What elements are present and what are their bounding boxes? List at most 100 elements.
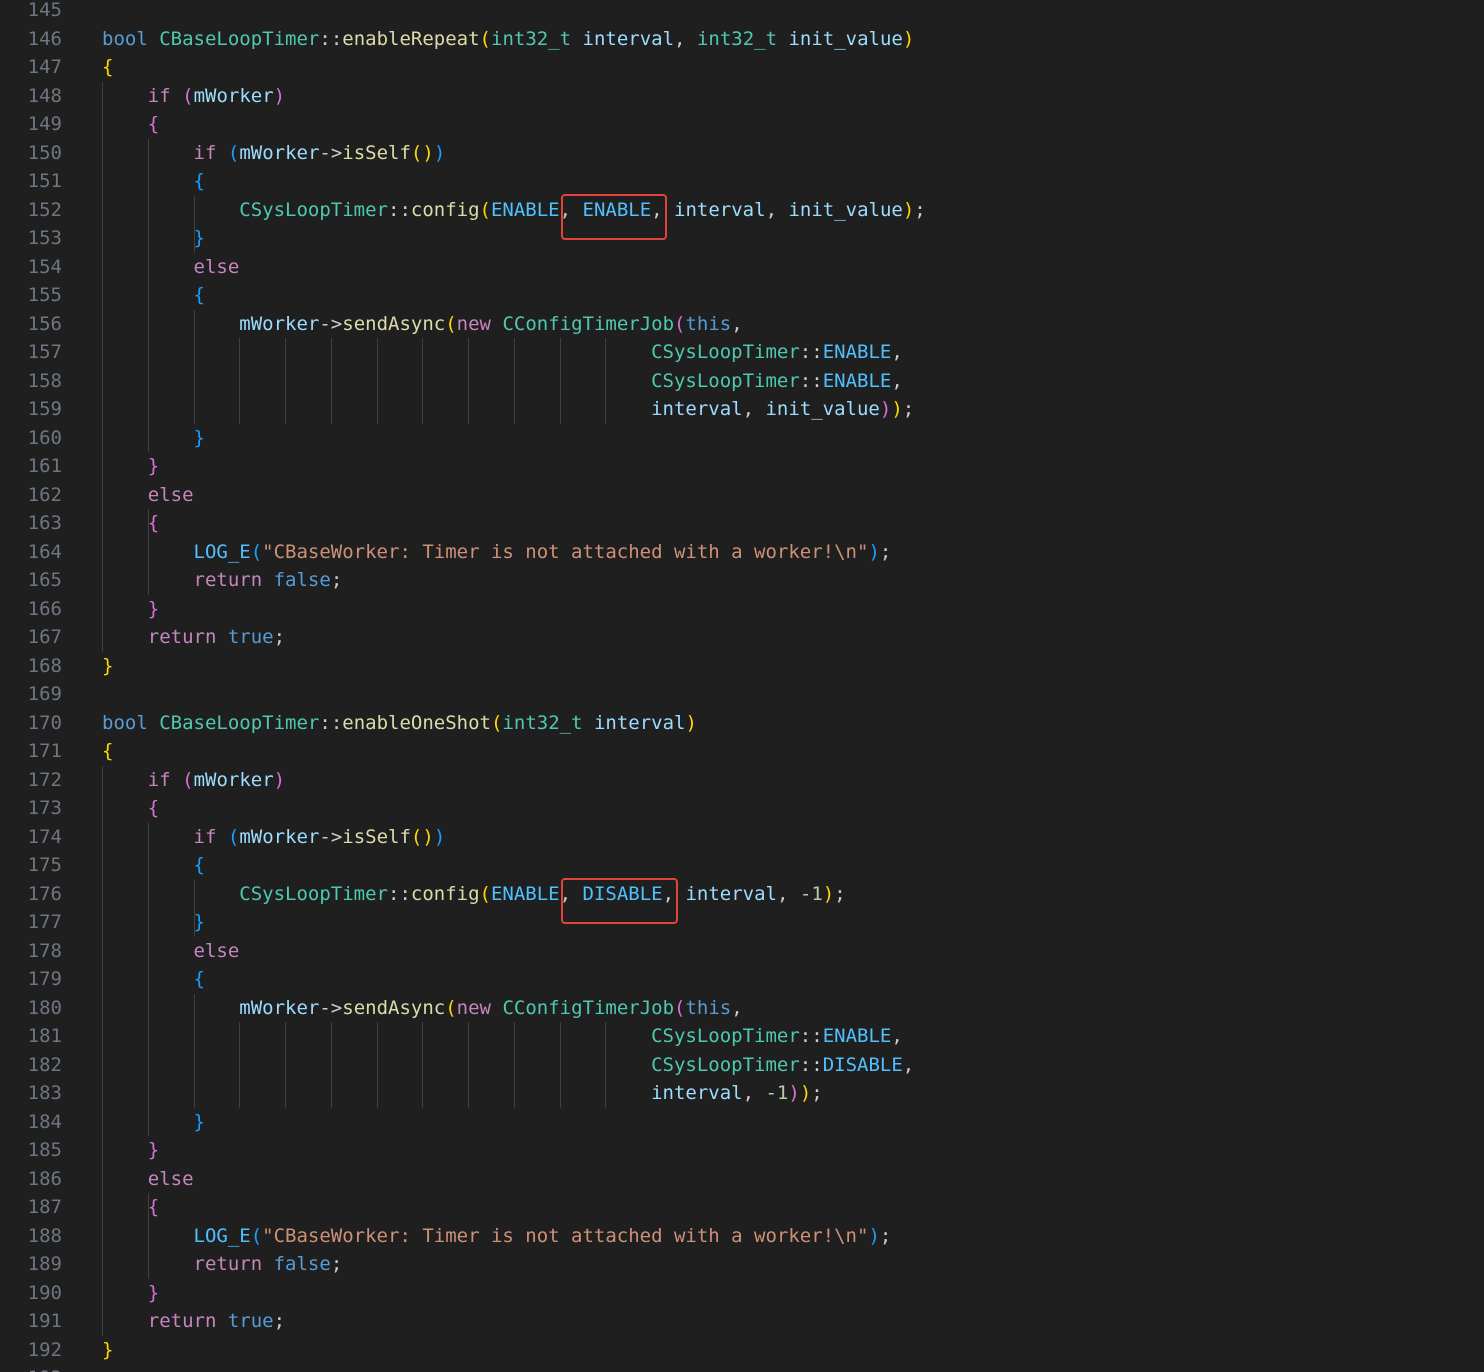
- code-text: }: [102, 908, 205, 937]
- code-line[interactable]: 168}: [0, 652, 1484, 681]
- indent-guide: [376, 338, 378, 424]
- line-number: 182: [27, 1053, 62, 1076]
- code-line[interactable]: 163 {: [0, 509, 1484, 538]
- code-token: new: [456, 996, 491, 1019]
- code-token: CSysLoopTimer: [651, 369, 800, 392]
- code-line[interactable]: 159 interval, init_value));: [0, 395, 1484, 424]
- code-token: (: [479, 882, 491, 905]
- code-line[interactable]: 155 {: [0, 281, 1484, 310]
- code-line[interactable]: 179 {: [0, 965, 1484, 994]
- code-line[interactable]: 170 bool CBaseLoopTimer::enableOneShot(in…: [0, 709, 1484, 738]
- code-line[interactable]: 186 else: [0, 1165, 1484, 1194]
- code-line[interactable]: 146 bool CBaseLoopTimer::enableRepeat(int…: [0, 25, 1484, 54]
- code-line[interactable]: 190 }: [0, 1279, 1484, 1308]
- code-token: }: [147, 1281, 160, 1304]
- code-line[interactable]: 165 return false;: [0, 566, 1484, 595]
- code-text: {: [102, 1193, 159, 1222]
- code-line[interactable]: 149 {: [0, 110, 1484, 139]
- code-token: init_value: [788, 198, 903, 221]
- code-token: (: [250, 540, 263, 563]
- code-line[interactable]: 191 return true;: [0, 1307, 1484, 1336]
- code-line[interactable]: 160 }: [0, 424, 1484, 453]
- code-line[interactable]: 181 CSysLoopTimer::ENABLE,: [0, 1022, 1484, 1051]
- code-line[interactable]: 152 CSysLoopTimer::config(ENABLE, ENABLE…: [0, 196, 1484, 225]
- code-line[interactable]: 147 {: [0, 53, 1484, 82]
- code-token: CSysLoopTimer: [239, 882, 388, 905]
- code-line[interactable]: 177 }: [0, 908, 1484, 937]
- code-line[interactable]: 180 mWorker->sendAsync(new CConfigTimerJ…: [0, 994, 1484, 1023]
- code-line[interactable]: 184 }: [0, 1108, 1484, 1137]
- code-line[interactable]: 158 CSysLoopTimer::ENABLE,: [0, 367, 1484, 396]
- code-line[interactable]: 161 }: [0, 452, 1484, 481]
- code-line[interactable]: 167 return true;: [0, 623, 1484, 652]
- code-token: ::: [799, 369, 823, 392]
- code-token: init_value: [788, 27, 903, 50]
- code-line[interactable]: 173 {: [0, 794, 1484, 823]
- code-line[interactable]: 182 CSysLoopTimer::DISABLE,: [0, 1051, 1484, 1080]
- code-line[interactable]: 187 {: [0, 1193, 1484, 1222]
- code-token: ): [433, 141, 446, 164]
- code-line[interactable]: 164 LOG_E("CBaseWorker: Timer is not att…: [0, 538, 1484, 567]
- line-number: 185: [27, 1139, 62, 1161]
- code-line[interactable]: 185 }: [0, 1136, 1484, 1165]
- code-token: config: [410, 198, 480, 221]
- code-line[interactable]: 183 interval, -1));: [0, 1079, 1484, 1108]
- code-text: mWorker->sendAsync(new CConfigTimerJob(t…: [102, 310, 742, 339]
- line-number: 172: [27, 768, 62, 791]
- indent-guide: [468, 1022, 470, 1108]
- code-line[interactable]: 157 CSysLoopTimer::ENABLE,: [0, 338, 1484, 367]
- code-line[interactable]: 162 else: [0, 481, 1484, 510]
- code-line[interactable]: 148 if (mWorker): [0, 82, 1484, 111]
- code-token: false: [273, 1253, 331, 1275]
- code-line[interactable]: 189 return false;: [0, 1250, 1484, 1279]
- code-token: (: [490, 711, 503, 734]
- code-token: }: [193, 911, 205, 933]
- code-line[interactable]: 193: [0, 1364, 1484, 1372]
- code-text: interval, -1));: [102, 1079, 823, 1108]
- code-line[interactable]: 153 }: [0, 224, 1484, 253]
- code-token: CBaseLoopTimer: [159, 711, 320, 734]
- code-token: CBaseLoopTimer: [159, 27, 320, 50]
- code-token: new: [456, 312, 491, 335]
- code-line[interactable]: 175 {: [0, 851, 1484, 880]
- code-line[interactable]: 188 LOG_E("CBaseWorker: Timer is not att…: [0, 1222, 1484, 1251]
- code-line[interactable]: 171 {: [0, 737, 1484, 766]
- code-line[interactable]: 151 {: [0, 167, 1484, 196]
- code-token: (: [250, 1224, 263, 1247]
- line-number: 167: [27, 626, 62, 648]
- code-line[interactable]: 150 if (mWorker->isSelf()): [0, 139, 1484, 168]
- code-token: sendAsync: [342, 996, 446, 1019]
- code-token: false: [273, 569, 331, 591]
- code-line[interactable]: 169: [0, 680, 1484, 709]
- code-token: (: [674, 996, 686, 1019]
- code-token: ): [879, 398, 892, 420]
- code-text: {: [102, 110, 159, 139]
- code-token: else: [193, 939, 240, 962]
- code-editor[interactable]: 145 146 bool CBaseLoopTimer::enableRepeat(…: [0, 0, 1484, 1372]
- code-line[interactable]: 154 else: [0, 253, 1484, 282]
- code-line[interactable]: 178 else: [0, 937, 1484, 966]
- code-line[interactable]: 192}: [0, 1336, 1484, 1365]
- code-line[interactable]: 166 }: [0, 595, 1484, 624]
- code-token: {: [102, 740, 114, 762]
- code-token: ENABLE: [490, 882, 560, 905]
- code-token: ::: [799, 341, 823, 363]
- code-token: }: [147, 597, 160, 620]
- code-line[interactable]: 156 mWorker->sendAsync(new CConfigTimerJ…: [0, 310, 1484, 339]
- code-line[interactable]: 172 if (mWorker): [0, 766, 1484, 795]
- code-token: interval: [651, 398, 743, 420]
- code-line[interactable]: 174 if (mWorker->isSelf()): [0, 823, 1484, 852]
- code-line[interactable]: 176 CSysLoopTimer::config(ENABLE, DISABL…: [0, 880, 1484, 909]
- code-token: ): [422, 141, 434, 164]
- indent-guide: [239, 1022, 241, 1108]
- indent-guide: [330, 338, 332, 424]
- indent-guide: [147, 822, 149, 1136]
- code-line[interactable]: 145: [0, 0, 1484, 25]
- highlight-box: [561, 877, 678, 924]
- line-number: 156: [27, 312, 62, 335]
